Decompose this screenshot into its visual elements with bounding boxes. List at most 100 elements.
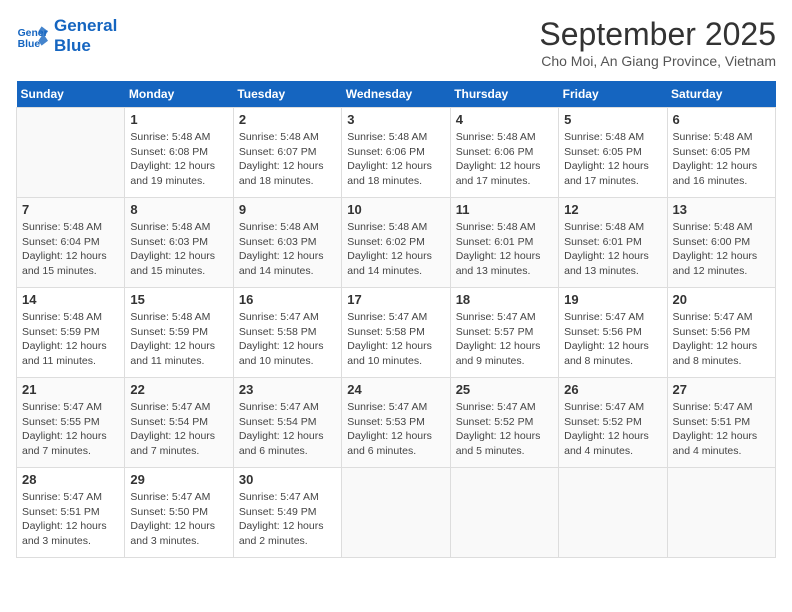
day-number: 4 — [456, 112, 553, 127]
day-info: Sunrise: 5:48 AM Sunset: 5:59 PM Dayligh… — [22, 310, 119, 369]
calendar-cell: 2 Sunrise: 5:48 AM Sunset: 6:07 PM Daylig… — [233, 108, 341, 198]
day-number: 17 — [347, 292, 444, 307]
calendar-cell: 23 Sunrise: 5:47 AM Sunset: 5:54 PM Dayli… — [233, 378, 341, 468]
calendar-cell: 10Sunrise: 5:48 AM Sunset: 6:02 PM Dayli… — [342, 198, 450, 288]
day-info: Sunrise: 5:48 AM Sunset: 6:06 PM Dayligh… — [347, 130, 444, 189]
day-info: Sunrise: 5:48 AM Sunset: 6:03 PM Dayligh… — [239, 220, 336, 279]
day-info: Sunrise: 5:48 AM Sunset: 6:05 PM Dayligh… — [673, 130, 770, 189]
day-number: 28 — [22, 472, 119, 487]
calendar-cell: 4 Sunrise: 5:48 AM Sunset: 6:06 PM Daylig… — [450, 108, 558, 198]
month-title: September 2025 — [539, 16, 776, 53]
col-header-saturday: Saturday — [667, 81, 775, 108]
day-info: Sunrise: 5:47 AM Sunset: 5:49 PM Dayligh… — [239, 490, 336, 549]
day-number: 23 — [239, 382, 336, 397]
location-subtitle: Cho Moi, An Giang Province, Vietnam — [539, 53, 776, 69]
calendar-week-4: 21Sunrise: 5:47 AM Sunset: 5:55 PM Dayli… — [17, 378, 776, 468]
day-number: 11 — [456, 202, 553, 217]
calendar-header-row: SundayMondayTuesdayWednesdayThursdayFrid… — [17, 81, 776, 108]
day-info: Sunrise: 5:48 AM Sunset: 6:05 PM Dayligh… — [564, 130, 661, 189]
calendar-cell: 8 Sunrise: 5:48 AM Sunset: 6:03 PM Daylig… — [125, 198, 233, 288]
calendar-cell: 3Sunrise: 5:48 AM Sunset: 6:06 PM Daylig… — [342, 108, 450, 198]
day-info: Sunrise: 5:47 AM Sunset: 5:56 PM Dayligh… — [673, 310, 770, 369]
day-number: 16 — [239, 292, 336, 307]
day-info: Sunrise: 5:48 AM Sunset: 6:01 PM Dayligh… — [564, 220, 661, 279]
logo-blue: Blue — [54, 36, 117, 56]
day-info: Sunrise: 5:47 AM Sunset: 5:52 PM Dayligh… — [456, 400, 553, 459]
day-number: 27 — [673, 382, 770, 397]
day-info: Sunrise: 5:48 AM Sunset: 6:04 PM Dayligh… — [22, 220, 119, 279]
day-info: Sunrise: 5:47 AM Sunset: 5:57 PM Dayligh… — [456, 310, 553, 369]
day-number: 2 — [239, 112, 336, 127]
calendar-cell: 22Sunrise: 5:47 AM Sunset: 5:54 PM Dayli… — [125, 378, 233, 468]
day-number: 1 — [130, 112, 227, 127]
day-info: Sunrise: 5:48 AM Sunset: 6:08 PM Dayligh… — [130, 130, 227, 189]
calendar-cell: 28 Sunrise: 5:47 AM Sunset: 5:51 PM Dayli… — [17, 468, 125, 558]
calendar-cell: 24 Sunrise: 5:47 AM Sunset: 5:53 PM Dayli… — [342, 378, 450, 468]
calendar-week-1: 1 Sunrise: 5:48 AM Sunset: 6:08 PM Daylig… — [17, 108, 776, 198]
day-info: Sunrise: 5:48 AM Sunset: 6:01 PM Dayligh… — [456, 220, 553, 279]
day-number: 19 — [564, 292, 661, 307]
day-info: Sunrise: 5:47 AM Sunset: 5:58 PM Dayligh… — [347, 310, 444, 369]
logo-icon: General Blue — [16, 20, 48, 52]
day-number: 13 — [673, 202, 770, 217]
calendar-cell: 18 Sunrise: 5:47 AM Sunset: 5:57 PM Dayli… — [450, 288, 558, 378]
day-info: Sunrise: 5:47 AM Sunset: 5:55 PM Dayligh… — [22, 400, 119, 459]
logo-general: General — [54, 16, 117, 36]
header: General Blue General Blue September 2025… — [16, 16, 776, 69]
col-header-thursday: Thursday — [450, 81, 558, 108]
col-header-sunday: Sunday — [17, 81, 125, 108]
calendar-cell: 12 Sunrise: 5:48 AM Sunset: 6:01 PM Dayli… — [559, 198, 667, 288]
calendar-cell: 25 Sunrise: 5:47 AM Sunset: 5:52 PM Dayli… — [450, 378, 558, 468]
day-info: Sunrise: 5:47 AM Sunset: 5:58 PM Dayligh… — [239, 310, 336, 369]
day-info: Sunrise: 5:48 AM Sunset: 6:00 PM Dayligh… — [673, 220, 770, 279]
day-number: 22 — [130, 382, 227, 397]
calendar-week-2: 7 Sunrise: 5:48 AM Sunset: 6:04 PM Daylig… — [17, 198, 776, 288]
day-number: 8 — [130, 202, 227, 217]
day-info: Sunrise: 5:48 AM Sunset: 6:06 PM Dayligh… — [456, 130, 553, 189]
calendar-cell: 15Sunrise: 5:48 AM Sunset: 5:59 PM Dayli… — [125, 288, 233, 378]
calendar-cell: 9 Sunrise: 5:48 AM Sunset: 6:03 PM Daylig… — [233, 198, 341, 288]
day-info: Sunrise: 5:47 AM Sunset: 5:51 PM Dayligh… — [22, 490, 119, 549]
day-info: Sunrise: 5:47 AM Sunset: 5:53 PM Dayligh… — [347, 400, 444, 459]
day-number: 5 — [564, 112, 661, 127]
logo: General Blue General Blue — [16, 16, 117, 57]
calendar-cell: 16 Sunrise: 5:47 AM Sunset: 5:58 PM Dayli… — [233, 288, 341, 378]
day-info: Sunrise: 5:47 AM Sunset: 5:51 PM Dayligh… — [673, 400, 770, 459]
day-number: 12 — [564, 202, 661, 217]
day-number: 9 — [239, 202, 336, 217]
calendar-cell: 5 Sunrise: 5:48 AM Sunset: 6:05 PM Daylig… — [559, 108, 667, 198]
calendar-table: SundayMondayTuesdayWednesdayThursdayFrid… — [16, 81, 776, 558]
day-number: 20 — [673, 292, 770, 307]
calendar-cell: 29Sunrise: 5:47 AM Sunset: 5:50 PM Dayli… — [125, 468, 233, 558]
day-number: 24 — [347, 382, 444, 397]
calendar-cell: 17 Sunrise: 5:47 AM Sunset: 5:58 PM Dayli… — [342, 288, 450, 378]
day-info: Sunrise: 5:47 AM Sunset: 5:54 PM Dayligh… — [239, 400, 336, 459]
day-number: 26 — [564, 382, 661, 397]
calendar-week-3: 14 Sunrise: 5:48 AM Sunset: 5:59 PM Dayli… — [17, 288, 776, 378]
calendar-cell — [17, 108, 125, 198]
day-number: 7 — [22, 202, 119, 217]
day-info: Sunrise: 5:48 AM Sunset: 6:07 PM Dayligh… — [239, 130, 336, 189]
day-number: 25 — [456, 382, 553, 397]
col-header-friday: Friday — [559, 81, 667, 108]
calendar-cell: 30Sunrise: 5:47 AM Sunset: 5:49 PM Dayli… — [233, 468, 341, 558]
calendar-week-5: 28 Sunrise: 5:47 AM Sunset: 5:51 PM Dayli… — [17, 468, 776, 558]
day-number: 14 — [22, 292, 119, 307]
day-info: Sunrise: 5:48 AM Sunset: 6:03 PM Dayligh… — [130, 220, 227, 279]
calendar-cell: 19 Sunrise: 5:47 AM Sunset: 5:56 PM Dayli… — [559, 288, 667, 378]
col-header-tuesday: Tuesday — [233, 81, 341, 108]
calendar-cell: 1 Sunrise: 5:48 AM Sunset: 6:08 PM Daylig… — [125, 108, 233, 198]
calendar-cell: 26 Sunrise: 5:47 AM Sunset: 5:52 PM Dayli… — [559, 378, 667, 468]
calendar-cell: 21Sunrise: 5:47 AM Sunset: 5:55 PM Dayli… — [17, 378, 125, 468]
calendar-cell: 11 Sunrise: 5:48 AM Sunset: 6:01 PM Dayli… — [450, 198, 558, 288]
calendar-cell: 7 Sunrise: 5:48 AM Sunset: 6:04 PM Daylig… — [17, 198, 125, 288]
calendar-cell — [667, 468, 775, 558]
day-info: Sunrise: 5:47 AM Sunset: 5:52 PM Dayligh… — [564, 400, 661, 459]
svg-text:Blue: Blue — [18, 40, 41, 51]
calendar-cell: 20 Sunrise: 5:47 AM Sunset: 5:56 PM Dayli… — [667, 288, 775, 378]
calendar-cell — [450, 468, 558, 558]
calendar-cell — [559, 468, 667, 558]
calendar-cell: 13 Sunrise: 5:48 AM Sunset: 6:00 PM Dayli… — [667, 198, 775, 288]
day-number: 18 — [456, 292, 553, 307]
day-info: Sunrise: 5:47 AM Sunset: 5:56 PM Dayligh… — [564, 310, 661, 369]
